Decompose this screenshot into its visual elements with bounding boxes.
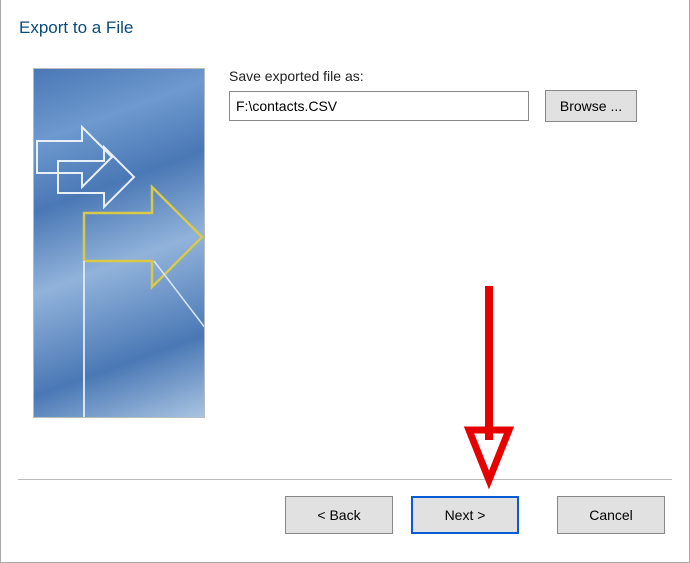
file-path-label: Save exported file as: — [229, 68, 669, 84]
wizard-buttons: < Back Next > Cancel — [285, 496, 665, 534]
separator-line — [18, 479, 672, 480]
dialog-title: Export to a File — [1, 0, 689, 38]
file-row: Browse ... — [229, 90, 669, 122]
wizard-graphic — [33, 68, 205, 418]
export-dialog: Export to a File Save exported file as: … — [0, 0, 690, 563]
back-button[interactable]: < Back — [285, 496, 393, 534]
browse-button[interactable]: Browse ... — [545, 90, 637, 122]
cancel-button[interactable]: Cancel — [557, 496, 665, 534]
next-button[interactable]: Next > — [411, 496, 519, 534]
form-pane: Save exported file as: Browse ... — [229, 68, 669, 418]
dialog-content: Save exported file as: Browse ... — [1, 38, 689, 418]
file-path-input[interactable] — [229, 91, 529, 121]
